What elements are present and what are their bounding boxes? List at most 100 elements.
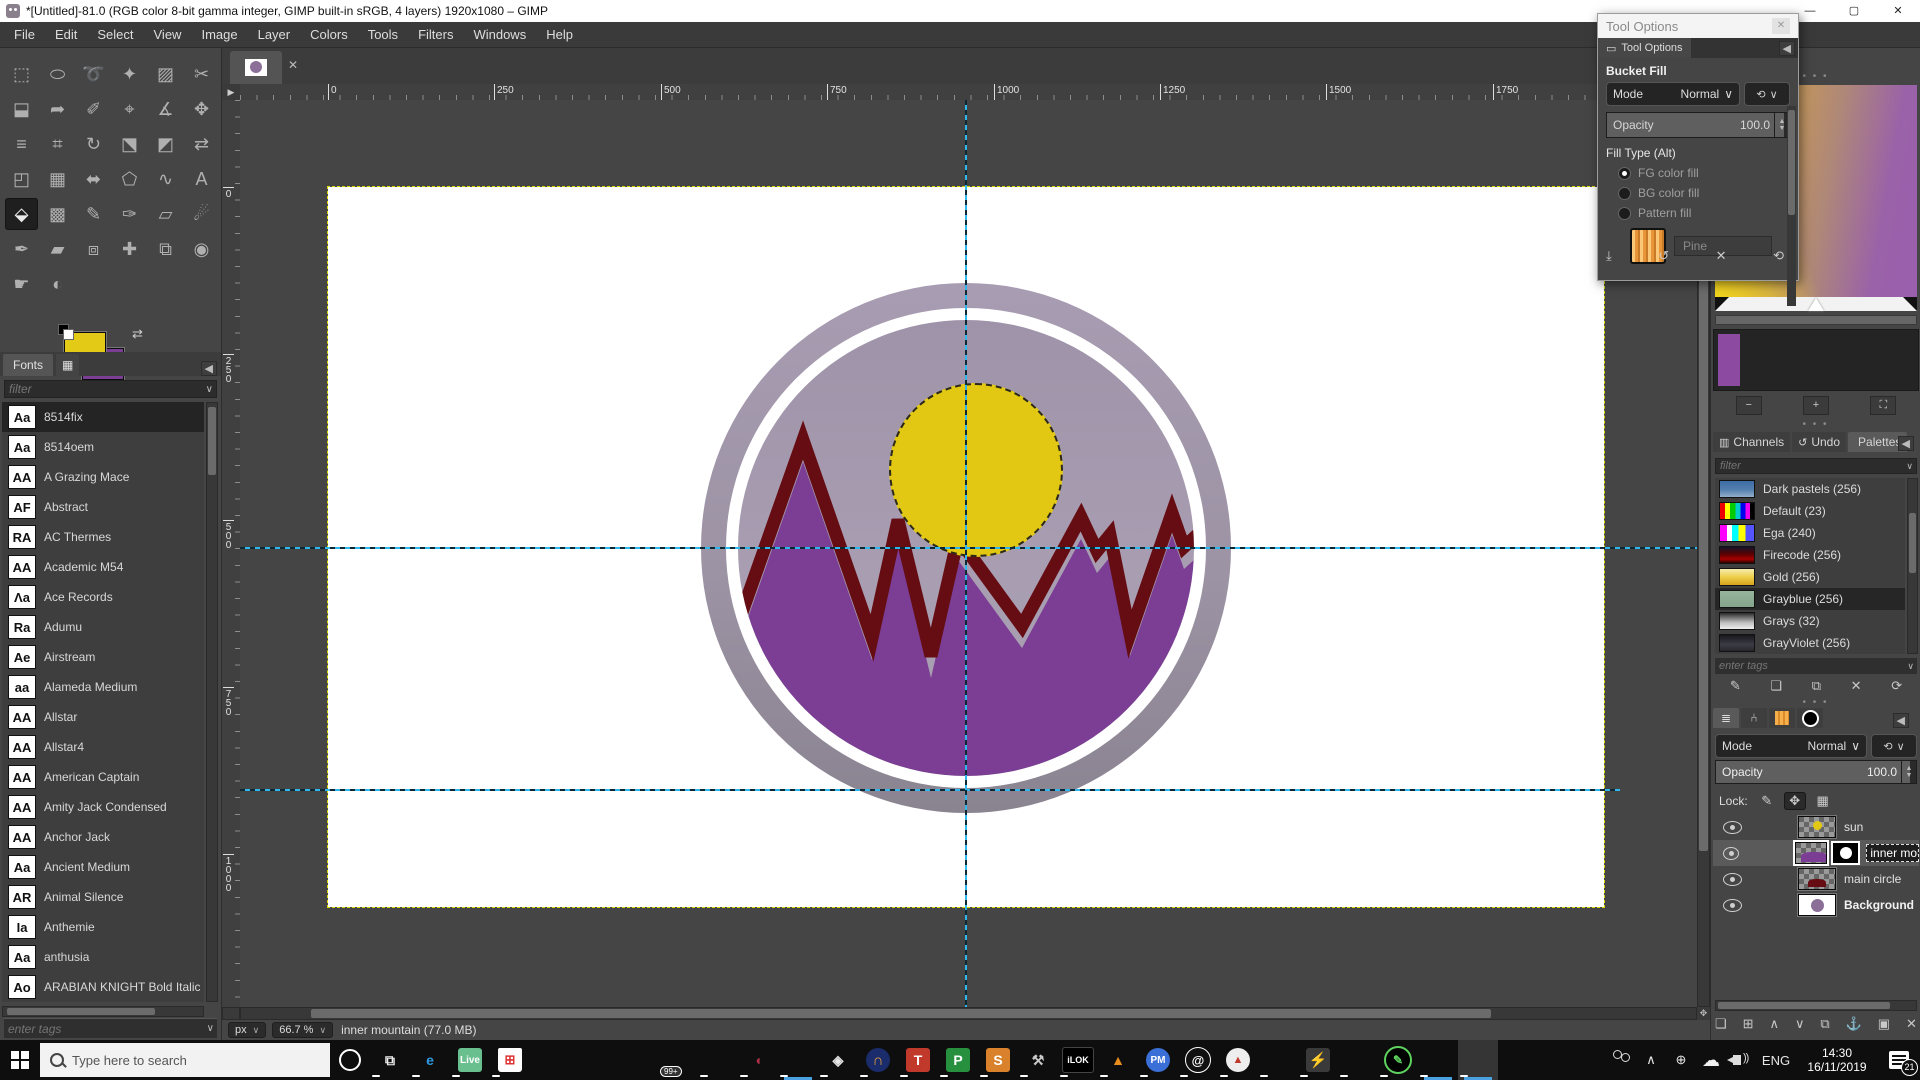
font-tags-input[interactable] [4, 1022, 207, 1036]
font-list-item[interactable]: Ao ARABIAN KNIGHT Bold Italic [2, 972, 204, 1002]
font-list-item[interactable]: AA Academic M54 [2, 552, 204, 582]
taskbar-icon[interactable] [698, 1040, 738, 1080]
layer-name[interactable]: sun [1844, 820, 1863, 834]
tab-layers[interactable]: ≣ [1713, 708, 1739, 728]
taskbar-icon[interactable]: ▲ [1218, 1040, 1258, 1080]
menu-item[interactable]: Filters [408, 23, 463, 46]
tool-icon[interactable]: ✚ [113, 233, 146, 265]
taskbar-icon[interactable]: @ [1178, 1040, 1218, 1080]
layer-row-background[interactable]: Background [1713, 892, 1919, 918]
tool-icon[interactable]: ➦ [41, 93, 74, 125]
font-list-item[interactable]: AA Anchor Jack [2, 822, 204, 852]
unit-select[interactable]: px∨ [228, 1022, 266, 1038]
horizontal-guide[interactable] [240, 547, 1697, 549]
visibility-eye-icon[interactable] [1723, 873, 1742, 886]
zoom-select[interactable]: 66.7 %∨ [272, 1022, 333, 1038]
palette-action-button[interactable]: ⟳ [1891, 678, 1902, 694]
language-indicator[interactable]: ENG [1756, 1040, 1796, 1080]
fill-type-radio[interactable]: Pattern fill [1618, 206, 1790, 220]
tool-icon[interactable]: ∡ [149, 93, 182, 125]
font-list-item[interactable]: Ae Airstream [2, 642, 204, 672]
taskbar-icon[interactable] [1458, 1040, 1498, 1080]
menu-item[interactable]: Image [191, 23, 247, 46]
layer-action-button[interactable]: ∧ [1769, 1016, 1779, 1032]
dock-arrow-icon[interactable]: ◀ [1893, 713, 1909, 728]
tool-icon[interactable]: ⧉ [149, 233, 182, 265]
vertical-guide[interactable] [965, 100, 967, 1007]
close-button[interactable]: ✕ [1876, 0, 1920, 22]
layer-thumbnail[interactable] [1798, 894, 1836, 916]
palette-list-item[interactable]: GrayViolet (256) [1715, 632, 1905, 654]
palette-list-item[interactable]: Dark pastels (256) [1715, 478, 1905, 500]
dock-grip[interactable]: • • • [1711, 700, 1920, 706]
tool-options-title-bar[interactable]: Tool Options ✕ [1598, 14, 1798, 38]
layer-action-button[interactable]: ✕ [1906, 1016, 1917, 1032]
tool-icon[interactable]: ▨ [149, 58, 182, 90]
tool-icon[interactable]: ▩ [41, 198, 74, 230]
patterns-tab-icon[interactable]: ▦ [56, 354, 79, 376]
tool-options-action-button[interactable]: ✕ [1716, 248, 1727, 264]
taskbar-icon[interactable] [1338, 1040, 1378, 1080]
taskbar-icon[interactable]: ◈ [818, 1040, 858, 1080]
vertical-ruler[interactable]: 02505007501000 [222, 100, 241, 1007]
layer-action-button[interactable]: ⚓ [1846, 1016, 1862, 1032]
taskbar-icon[interactable]: P [938, 1040, 978, 1080]
layers-hscrollbar[interactable] [1715, 1000, 1917, 1011]
tool-options-action-button[interactable]: ⟲ [1773, 248, 1784, 264]
font-list-item[interactable]: AA Allstar [2, 702, 204, 732]
layer-name[interactable]: Background [1844, 898, 1914, 912]
palette-action-button[interactable]: ✕ [1851, 678, 1862, 694]
font-list-item[interactable]: AF Abstract [2, 492, 204, 522]
font-list-item[interactable]: Ia Anthemie [2, 912, 204, 942]
palette-list-item[interactable]: Grays (32) [1715, 610, 1905, 632]
menu-item[interactable]: Layer [248, 23, 301, 46]
layer-name-edit-field[interactable]: inner mou [1866, 844, 1919, 862]
dock-arrow-icon[interactable]: ◀ [201, 361, 217, 376]
gradient-slider[interactable] [1715, 297, 1917, 311]
tab-paths[interactable]: ⑃ [1741, 708, 1767, 728]
network-icon[interactable]: ⊕ [1666, 1040, 1696, 1080]
tool-icon[interactable]: ⧈ [77, 233, 110, 265]
menu-item[interactable]: View [144, 23, 192, 46]
palette-action-button[interactable]: ⧉ [1812, 678, 1821, 694]
layer-action-button[interactable]: ∨ [1795, 1016, 1805, 1032]
taskbar-icon[interactable]: ✎ [1378, 1040, 1418, 1080]
tool-options-action-button[interactable]: ⤓ [1606, 248, 1612, 264]
fill-type-radio[interactable]: BG color fill [1618, 186, 1790, 200]
taskbar-icon[interactable] [778, 1040, 818, 1080]
zoom-in-button[interactable]: + [1803, 396, 1829, 415]
tool-icon[interactable]: ☛ [5, 268, 38, 300]
taskbar-icon[interactable]: ⧉ [370, 1040, 410, 1080]
menu-item[interactable]: Colors [300, 23, 358, 46]
clock[interactable]: 14:30 16/11/2019 [1796, 1046, 1878, 1074]
tool-icon[interactable]: ✂ [185, 58, 218, 90]
tool-icon[interactable]: ◩ [149, 128, 182, 160]
taskbar-icon[interactable] [1418, 1040, 1458, 1080]
notification-center-button[interactable]: 21 [1878, 1040, 1920, 1080]
font-list-item[interactable]: Λa Ace Records [2, 582, 204, 612]
volume-icon[interactable] [1726, 1040, 1756, 1080]
dock-arrow-icon[interactable]: ◀ [1779, 41, 1795, 56]
tool-icon[interactable]: ⬠ [113, 163, 146, 195]
layer-name[interactable]: main circle [1844, 872, 1901, 886]
font-list-item[interactable]: AR Animal Silence [2, 882, 204, 912]
tool-icon[interactable]: ✒ [5, 233, 38, 265]
tool-icon[interactable]: ⌖ [113, 93, 146, 125]
menu-item[interactable]: Edit [45, 23, 87, 46]
default-colors-icon[interactable] [58, 324, 72, 338]
paint-mode-select[interactable]: Mode Normal∨ [1606, 82, 1740, 106]
taskbar-icon[interactable]: ∩ [858, 1040, 898, 1080]
palette-tags-input[interactable] [1715, 660, 1907, 672]
font-list-item[interactable]: Ra Adumu [2, 612, 204, 642]
taskbar-icon[interactable]: e [410, 1040, 450, 1080]
tab-tool-options[interactable]: ▭ Tool Options [1598, 38, 1691, 58]
font-list-item[interactable]: AA Allstar4 [2, 732, 204, 762]
tool-icon[interactable]: ◉ [185, 233, 218, 265]
font-list-item[interactable]: AA American Captain [2, 762, 204, 792]
tool-icon[interactable]: ✑ [113, 198, 146, 230]
tool-icon[interactable]: ☄ [185, 198, 218, 230]
onedrive-icon[interactable]: ☁ [1696, 1040, 1726, 1080]
taskbar-icon[interactable]: ⊞ [490, 1040, 530, 1080]
taskbar-search[interactable]: Type here to search [40, 1043, 330, 1077]
palette-scrollbar[interactable] [1907, 478, 1918, 654]
